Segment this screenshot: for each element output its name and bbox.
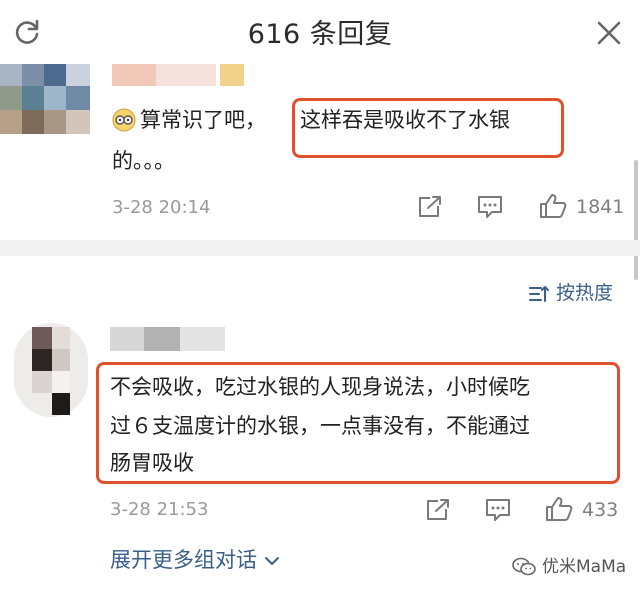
- expand-conversation-link[interactable]: 展开更多组对话: [110, 544, 280, 574]
- comment-text-line2: 的。。。: [112, 149, 175, 173]
- comment-icon[interactable]: [476, 194, 504, 220]
- username-blurred[interactable]: [112, 64, 244, 86]
- watermark-text: 优米MaMa: [542, 557, 627, 577]
- expand-label: 展开更多组对话: [110, 548, 257, 572]
- avatar[interactable]: [0, 64, 90, 134]
- sort-icon: [529, 285, 549, 302]
- scrollbar[interactable]: [634, 160, 638, 280]
- like-count: 1841: [576, 196, 625, 218]
- username-blurred[interactable]: [110, 327, 225, 351]
- comment-text-line2: 过６支温度计的水银，一点事没有，不能通过: [110, 414, 530, 438]
- sort-by-hot-button[interactable]: 按热度: [528, 278, 613, 305]
- chevron-down-icon: [264, 557, 279, 565]
- wechat-icon: [512, 557, 536, 576]
- watermark: 优米MaMa: [512, 552, 626, 577]
- sort-label: 按热度: [556, 282, 614, 304]
- comment-date: 3-28 21:53: [110, 499, 209, 520]
- like-icon[interactable]: [538, 192, 568, 220]
- share-icon[interactable]: [416, 194, 444, 220]
- avatar[interactable]: [14, 323, 88, 417]
- like-icon[interactable]: [544, 495, 574, 523]
- share-icon[interactable]: [424, 497, 452, 523]
- comment-text-line3: 肠胃吸收: [110, 451, 194, 475]
- comment-icon[interactable]: [484, 497, 512, 523]
- comment-text-line1: 不会吸收，吃过水银的人现身说法，小时候吃: [110, 375, 530, 399]
- comment-text-line1: 算常识了吧，: [140, 108, 266, 132]
- like-count: 433: [582, 499, 619, 521]
- emoji-icon: [112, 108, 136, 132]
- section-divider: [0, 240, 640, 256]
- highlight-box: [292, 98, 564, 158]
- reply-count-title: 616 条回复: [247, 19, 393, 50]
- close-icon[interactable]: [594, 18, 624, 48]
- comment-date: 3-28 20:14: [112, 197, 211, 218]
